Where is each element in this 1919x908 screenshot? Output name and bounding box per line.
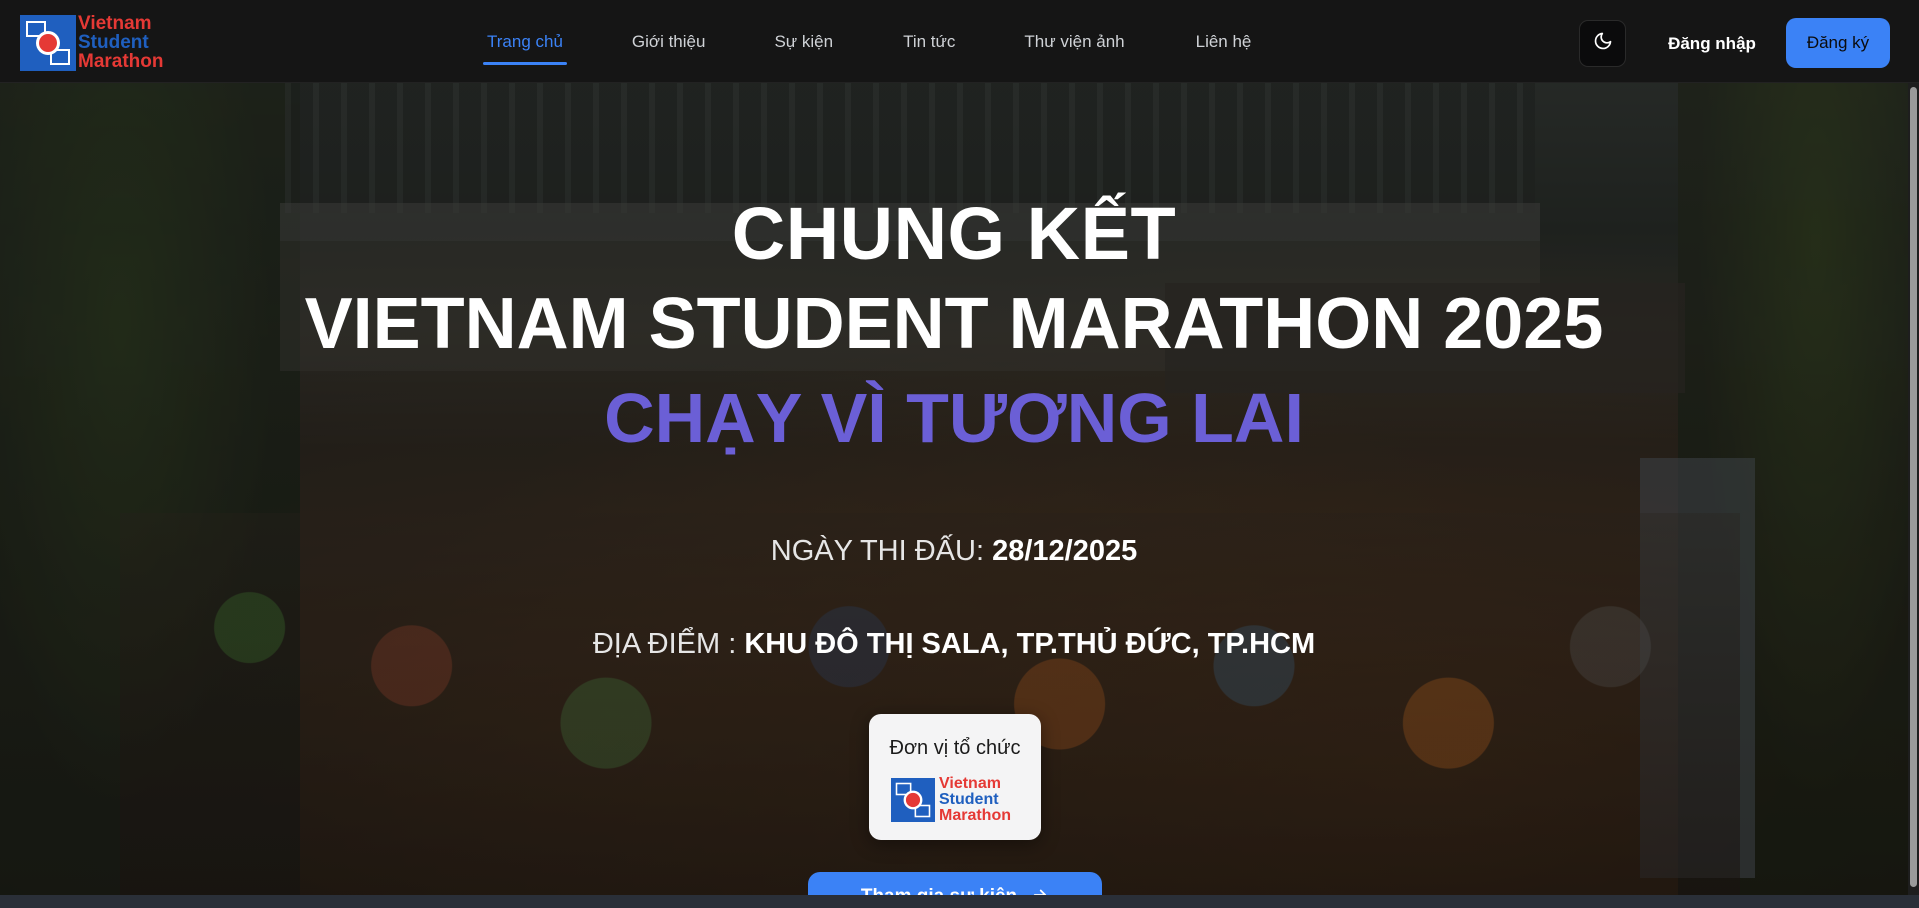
bottom-bar [0,895,1919,908]
join-event-label: Tham gia sự kiện [861,886,1017,895]
arrow-right-icon [1031,886,1049,895]
top-navbar: Vietnam Student Marathon Trang chủ Giới … [0,0,1919,83]
vertical-scrollbar-thumb[interactable] [1910,87,1917,887]
brand-line-3: Marathon [78,51,164,72]
event-date-value: 28/12/2025 [992,535,1138,567]
brand-wordmark: Vietnam Student Marathon [78,14,164,71]
nav-item-gallery[interactable]: Thư viện ảnh [1024,0,1124,83]
organizer-line-3: Marathon [939,807,1011,824]
event-location-label: ĐỊA ĐIỂM : [592,628,737,660]
event-location: ĐỊA ĐIỂM : KHU ĐÔ THỊ SALA, TP.THỦ ĐỨC, … [0,628,1908,661]
event-date-label: NGÀY THI ĐẤU: [770,535,985,567]
hero-content: CHUNG KẾT VIETNAM STUDENT MARATHON 2025 … [0,83,1908,895]
hero-title-line-2: VIETNAM STUDENT MARATHON 2025 [304,284,1604,364]
vsm-logo-small-icon [891,778,935,822]
event-date: NGÀY THI ĐẤU: 28/12/2025 [0,535,1908,568]
organizer-wordmark: Vietnam Student Marathon [939,776,1011,824]
join-event-button[interactable]: Tham gia sự kiện [808,872,1102,895]
brand-logo[interactable]: Vietnam Student Marathon [20,14,164,71]
brand-line-2: Student [78,32,149,53]
organizer-card: Đơn vị tổ chức Vietnam Student Marathon [869,714,1041,840]
organizer-logo: Vietnam Student Marathon [891,776,1011,824]
event-location-value: KHU ĐÔ THỊ SALA, TP.THỦ ĐỨC, TP.HCM [744,628,1316,660]
theme-toggle-button[interactable] [1579,20,1626,67]
register-button[interactable]: Đăng ký [1786,18,1890,68]
login-button[interactable]: Đăng nhập [1664,20,1760,67]
main-nav: Trang chủ Giới thiệu Sự kiện Tin tức Thư… [470,0,1251,83]
hero-slogan: CHẠY VÌ TƯƠNG LAI [604,379,1304,457]
organizer-line-1: Vietnam [939,775,1001,792]
brand-line-1: Vietnam [78,13,152,34]
organizer-label: Đơn vị tổ chức [889,737,1021,759]
nav-item-events[interactable]: Sự kiện [774,0,833,83]
nav-item-about[interactable]: Giới thiệu [632,0,706,83]
moon-icon [1593,31,1613,56]
nav-item-home[interactable]: Trang chủ [483,0,567,83]
hero-title-line-1: CHUNG KẾT [731,192,1177,275]
organizer-line-2: Student [939,791,999,808]
vsm-logo-icon [20,14,76,71]
vertical-scrollbar[interactable] [1908,83,1919,908]
nav-item-news[interactable]: Tin tức [903,0,955,83]
nav-item-contact[interactable]: Liên hệ [1196,0,1252,83]
hero-section: CHUNG KẾT VIETNAM STUDENT MARATHON 2025 … [0,83,1908,895]
